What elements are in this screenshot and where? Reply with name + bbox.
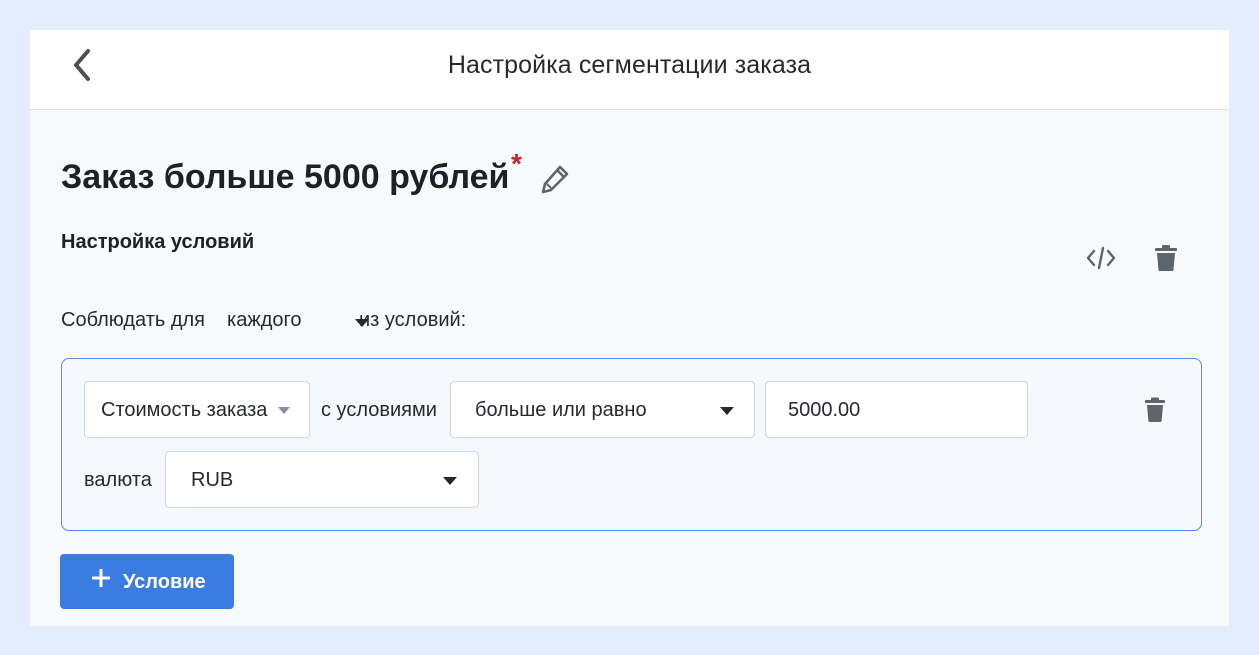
operator-label: с условиями xyxy=(321,399,437,421)
operator-value: больше или равно xyxy=(475,399,647,421)
currency-value: RUB xyxy=(191,469,234,491)
pencil-icon[interactable] xyxy=(540,164,570,194)
caret-down-icon xyxy=(720,407,734,415)
match-suffix-label: из условий: xyxy=(359,309,467,331)
currency-label: валюта xyxy=(84,469,152,491)
match-mode-value: каждого xyxy=(227,309,302,331)
code-icon[interactable] xyxy=(1085,244,1117,272)
match-prefix-label: Соблюдать для xyxy=(61,309,206,331)
add-condition-button[interactable]: Условие xyxy=(60,554,234,609)
required-marker: * xyxy=(511,148,522,179)
caret-down-icon xyxy=(278,407,290,414)
condition-field-value: Стоимость заказа xyxy=(101,399,268,421)
delete-condition-trash-icon[interactable] xyxy=(1144,397,1166,423)
match-mode-select[interactable]: каждого xyxy=(227,309,369,335)
plus-icon xyxy=(92,569,110,587)
value-input-text: 5000.00 xyxy=(788,399,861,421)
currency-select[interactable]: RUB xyxy=(165,451,479,508)
operator-select[interactable]: больше или равно xyxy=(450,381,755,438)
top-bar: Настройка сегментации заказа xyxy=(30,30,1229,110)
add-condition-label: Условие xyxy=(123,571,206,593)
app-frame: Настройка сегментации заказа Заказ больш… xyxy=(30,30,1229,626)
conditions-section-title: Настройка условий xyxy=(61,231,255,253)
condition-block: Стоимость заказа с условиями больше или … xyxy=(61,358,1202,531)
caret-down-icon xyxy=(443,477,457,485)
segment-name: Заказ больше 5000 рублей xyxy=(61,158,510,196)
value-input[interactable]: 5000.00 xyxy=(765,381,1028,438)
page-title: Настройка сегментации заказа xyxy=(447,51,812,79)
condition-field-select[interactable]: Стоимость заказа xyxy=(84,381,310,438)
delete-group-trash-icon[interactable] xyxy=(1154,244,1178,272)
